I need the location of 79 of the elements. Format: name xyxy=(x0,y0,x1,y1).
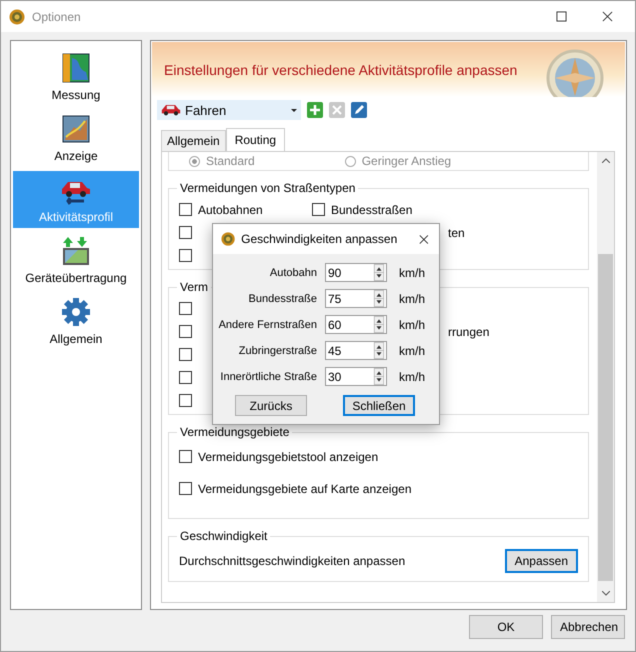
dropdown-arrow-icon xyxy=(291,108,297,112)
checkbox-label: ten xyxy=(448,226,465,240)
radio-button[interactable] xyxy=(344,156,356,166)
checkbox[interactable] xyxy=(179,226,192,239)
speed-spinbox[interactable]: 30 xyxy=(325,367,387,386)
unit-label: km/h xyxy=(399,370,426,384)
group-title: Verm xyxy=(179,280,210,294)
profile-dropdown[interactable]: Fahren xyxy=(157,100,301,120)
app-logo-icon xyxy=(9,8,25,24)
sidebar-item[interactable]: Geräteübertragung xyxy=(13,232,139,289)
scroll-up-icon[interactable] xyxy=(602,158,610,163)
radio-button[interactable] xyxy=(189,156,200,166)
unit-label: km/h xyxy=(399,318,426,332)
sidebar-item[interactable]: Allgemein xyxy=(13,293,139,350)
group-title: Vermeidungen von Straßentypen xyxy=(179,181,356,195)
device-transfer-icon xyxy=(60,235,92,267)
scroll-down-icon[interactable] xyxy=(602,591,610,596)
add-icon[interactable] xyxy=(307,102,323,118)
spin-arrows-icon[interactable] xyxy=(372,342,386,359)
group-title: Geschwindigkeit xyxy=(179,529,268,543)
checkbox[interactable] xyxy=(179,325,192,338)
checkbox[interactable] xyxy=(179,371,192,384)
dialog-button[interactable]: OK xyxy=(469,615,543,639)
banner-title: Einstellungen für verschiedene Aktivitätsprofile anpassen xyxy=(164,62,518,78)
speed-spinbox[interactable]: 45 xyxy=(325,341,387,360)
ruler-map-icon xyxy=(60,52,92,84)
speed-spinbox[interactable]: 90 xyxy=(325,263,387,282)
checkbox-label: Autobahnen xyxy=(198,202,263,216)
map-icon xyxy=(60,113,92,145)
checkbox[interactable] xyxy=(179,394,192,407)
speed-label: Zubringerstraße xyxy=(238,344,317,356)
speed-label: Andere Fernstraßen xyxy=(218,318,317,330)
adjust-button[interactable]: Anpassen xyxy=(504,549,578,573)
sidebar-item[interactable]: Messung xyxy=(13,49,139,106)
dialog-button[interactable]: Schließen xyxy=(343,395,415,416)
spin-arrows-icon[interactable] xyxy=(372,316,386,333)
tab[interactable]: Allgemein xyxy=(161,130,226,151)
app-logo-icon xyxy=(221,231,236,247)
checkbox-label: Vermeidungsgebietstool anzeigen xyxy=(198,450,378,464)
profile-value: Fahren xyxy=(185,102,228,118)
dialog-button[interactable]: Zurücks xyxy=(235,395,307,416)
speed-label: Innerörtliche Straße xyxy=(219,370,317,382)
gear-icon xyxy=(60,296,92,328)
speed-spinbox[interactable]: 60 xyxy=(325,315,387,334)
checkbox-label: Vermeidungsgebiete auf Karte anzeigen xyxy=(198,482,412,496)
spin-arrows-icon[interactable] xyxy=(372,264,386,281)
window-title: Optionen xyxy=(32,10,81,24)
checkbox-label: rrungen xyxy=(448,324,490,338)
checkbox[interactable] xyxy=(179,348,192,361)
checkbox[interactable] xyxy=(179,203,192,216)
maximize-icon[interactable] xyxy=(556,11,567,22)
unit-label: km/h xyxy=(399,266,426,280)
speed-label: Autobahn xyxy=(268,266,317,278)
spin-arrows-icon[interactable] xyxy=(372,290,386,307)
unit-label: km/h xyxy=(399,344,426,358)
checkbox-label: Bundesstraßen xyxy=(331,202,412,216)
dialog-title: Geschwindigkeiten anpassen xyxy=(241,232,398,246)
speed-spinbox[interactable]: 75 xyxy=(325,289,387,308)
edit-icon[interactable] xyxy=(351,102,367,118)
radio-label: Standard xyxy=(206,154,255,168)
tab[interactable]: Routing xyxy=(226,128,286,151)
sidebar-item[interactable]: Anzeige xyxy=(13,110,139,167)
car-icon xyxy=(161,103,181,117)
close-icon[interactable] xyxy=(419,234,429,244)
checkbox[interactable] xyxy=(312,203,325,216)
group-title: Vermeidungsgebiete xyxy=(179,425,290,439)
speed-label: Bundesstraße xyxy=(248,292,317,304)
speed-description: Durchschnittsgeschwindigkeiten anpassen xyxy=(179,554,406,568)
checkbox[interactable] xyxy=(179,450,192,463)
scroll-thumb[interactable] xyxy=(598,254,613,581)
close-icon[interactable] xyxy=(602,11,613,22)
unit-label: km/h xyxy=(399,292,426,306)
spin-arrows-icon[interactable] xyxy=(372,368,386,385)
checkbox[interactable] xyxy=(179,482,192,495)
radio-label: Geringer Anstieg xyxy=(362,154,452,168)
checkbox[interactable] xyxy=(179,249,192,262)
scrollbar[interactable] xyxy=(597,152,614,602)
checkbox[interactable] xyxy=(179,302,192,315)
dialog-button[interactable]: Abbrechen xyxy=(551,615,625,639)
